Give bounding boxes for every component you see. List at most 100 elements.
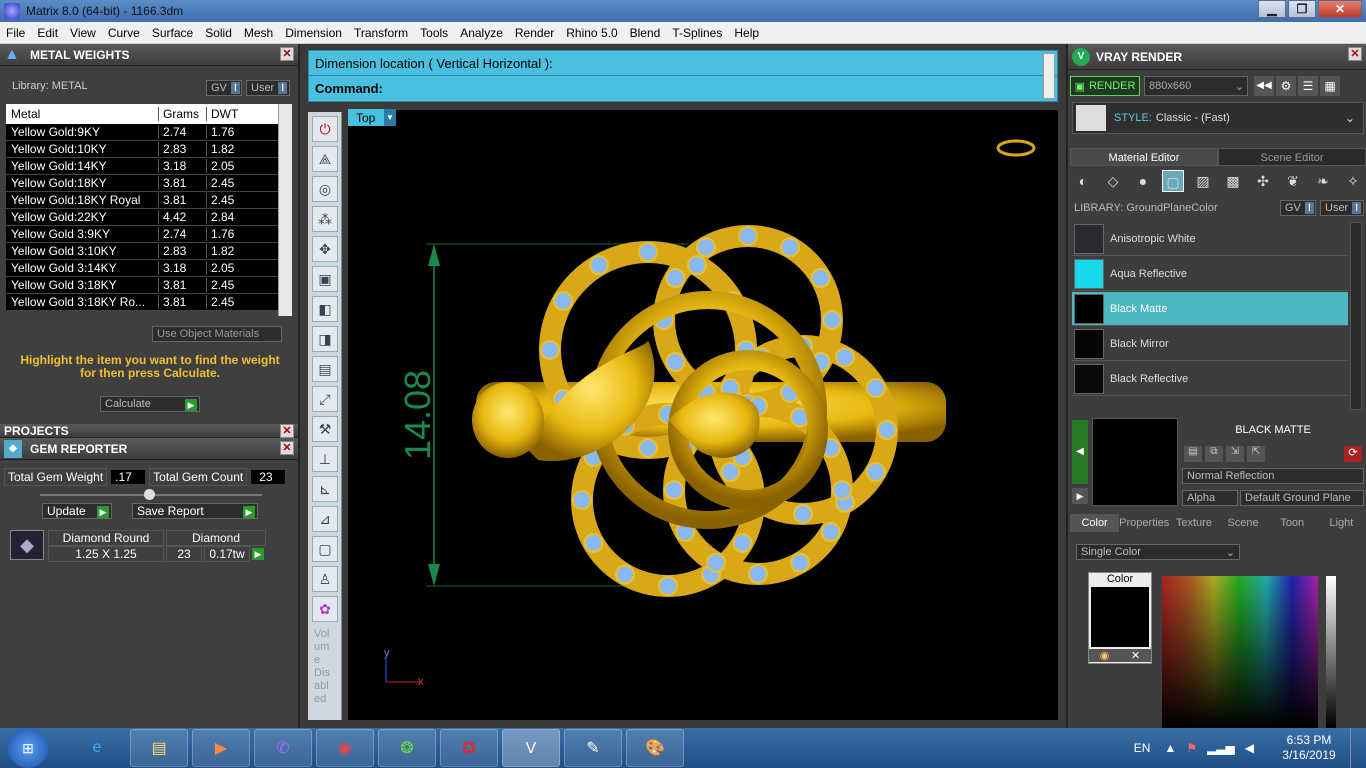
gem-icon[interactable]: ◇ (1102, 170, 1124, 192)
brightness-slider[interactable] (1326, 576, 1336, 728)
mesh-icon[interactable]: ▩ (1222, 170, 1244, 192)
menu-dimension[interactable]: Dimension (279, 26, 348, 40)
table-row[interactable]: Yellow Gold:10KY 2.83 1.82 (6, 141, 292, 158)
rewind-icon[interactable]: ◀◀ (1254, 76, 1274, 96)
close-icon[interactable]: ✕ (280, 47, 294, 61)
color-swatch[interactable] (1091, 587, 1149, 647)
menu-tsplines[interactable]: T-Splines (666, 26, 728, 40)
copy-icon[interactable]: ⧉ (1205, 446, 1223, 462)
menu-file[interactable]: File (0, 26, 31, 40)
network-icon[interactable]: ▂▃▅ (1207, 741, 1235, 755)
play-icon[interactable]: ▶ (252, 548, 264, 560)
show-hidden-icon[interactable]: ▲ (1164, 741, 1176, 755)
table-row[interactable]: Yellow Gold 3:14KY 3.18 2.05 (6, 260, 292, 277)
menu-blend[interactable]: Blend (624, 26, 667, 40)
sphere-icon[interactable]: ● (1132, 170, 1154, 192)
table-row[interactable]: Yellow Gold 3:18KY Ro... 3.81 2.45 (6, 294, 292, 311)
material-item[interactable]: Black Mirror (1072, 327, 1348, 361)
close-button[interactable]: ✕ (1318, 0, 1362, 18)
menu-mesh[interactable]: Mesh (238, 26, 279, 40)
menu-solid[interactable]: Solid (199, 26, 238, 40)
scale-icon[interactable]: ⤢ (312, 386, 338, 412)
viewport-top[interactable]: 14.08 y x (348, 110, 1058, 720)
collapse-arrow-icon[interactable]: ▶ (1072, 488, 1088, 504)
media-player-icon[interactable]: ▶ (192, 729, 250, 767)
table-row[interactable]: Yellow Gold:18KY Royal 3.81 2.45 (6, 192, 292, 209)
app-green-icon[interactable]: ❂ (378, 729, 436, 767)
settings-icon[interactable]: ⚙ (1276, 76, 1296, 96)
box-icon[interactable]: ▣ (312, 266, 338, 292)
save-icon[interactable]: ▤ (1184, 446, 1202, 462)
command-prompt[interactable]: Command: (309, 76, 1057, 101)
color-picker-icon[interactable]: ◉ (1100, 649, 1110, 662)
menu-help[interactable]: Help (728, 26, 765, 40)
ie-icon[interactable]: e (68, 729, 126, 767)
points-icon[interactable]: ⁂ (312, 206, 338, 232)
close-icon[interactable]: ✕ (1348, 47, 1362, 61)
dim-r-icon[interactable]: ⊾ (312, 476, 338, 502)
tab-properties[interactable]: Properties (1119, 514, 1169, 532)
view-cube-icon[interactable] (996, 139, 1036, 157)
menu-surface[interactable]: Surface (146, 26, 199, 40)
tab-texture[interactable]: Texture (1169, 514, 1218, 532)
menu-render[interactable]: Render (509, 26, 560, 40)
clear-color-icon[interactable]: ✕ (1131, 649, 1140, 662)
gem-row[interactable]: ◆ Diamond Round Diamond 1.25 X 1.25 23 0… (8, 528, 266, 562)
hatch-icon[interactable]: ▨ (1192, 170, 1214, 192)
globe-icon[interactable]: ◎ (312, 176, 338, 202)
menu-rhino[interactable]: Rhino 5.0 (560, 26, 623, 40)
garena-icon[interactable]: ✪ (440, 729, 498, 767)
user-button[interactable]: User I (246, 80, 290, 96)
explorer-icon[interactable]: ▤ (130, 729, 188, 767)
stop-icon[interactable]: ⏻ (312, 116, 338, 142)
figure-icon[interactable]: ♙ (312, 566, 338, 592)
export-icon[interactable]: ⇱ (1247, 446, 1265, 462)
material-item[interactable]: Aqua Reflective (1072, 257, 1348, 291)
table-scrollbar[interactable] (278, 104, 292, 316)
menu-view[interactable]: View (64, 26, 102, 40)
minimize-button[interactable]: ▁ (1258, 0, 1286, 18)
maximize-button[interactable]: ❐ (1288, 0, 1316, 18)
viber-icon[interactable]: ✆ (254, 729, 312, 767)
tab-color[interactable]: Color (1070, 514, 1120, 532)
close-icon[interactable]: ✕ (280, 424, 294, 438)
single-color-select[interactable]: Single Color ⌄ (1076, 544, 1240, 560)
plane-icon[interactable]: ▢ (1162, 170, 1184, 192)
import-icon[interactable]: ⇲ (1226, 446, 1244, 462)
wrench-icon[interactable]: ⚒ (312, 416, 338, 442)
ground-plane-select[interactable]: Default Ground Plane (1240, 490, 1364, 506)
header-metal[interactable]: Metal (6, 107, 158, 121)
leaf-icon[interactable]: ❦ (1282, 170, 1304, 192)
tab-scene[interactable]: Scene (1218, 514, 1267, 532)
table-row[interactable]: Yellow Gold:9KY 2.74 1.76 (6, 124, 292, 141)
dim-off-icon[interactable]: ⊥ (312, 446, 338, 472)
calculate-button[interactable]: Calculate ▶ (100, 396, 200, 412)
menu-edit[interactable]: Edit (31, 26, 64, 40)
vray-user-button[interactable]: User I (1320, 200, 1364, 216)
tab-material-editor[interactable]: Material Editor (1070, 148, 1218, 166)
material-item[interactable]: Anisotropic White (1072, 222, 1348, 256)
chrome-icon[interactable]: ◉ (316, 729, 374, 767)
close-icon[interactable]: ✕ (280, 441, 294, 455)
layer-icon[interactable]: ▢ (312, 536, 338, 562)
menu-transform[interactable]: Transform (348, 26, 414, 40)
menu-tools[interactable]: Tools (414, 26, 454, 40)
move-icon[interactable]: ✥ (312, 236, 338, 262)
material-item[interactable]: Black Reflective (1072, 362, 1348, 396)
menu-curve[interactable]: Curve (102, 26, 146, 40)
cube-iso-icon[interactable]: ▤ (312, 356, 338, 382)
refresh-icon[interactable]: ⟳ (1344, 446, 1362, 462)
table-row[interactable]: Yellow Gold 3:10KY 2.83 1.82 (6, 243, 292, 260)
matrix-icon[interactable]: V (502, 729, 560, 767)
style-select[interactable]: STYLE: Classic - (Fast) ⌄ (1072, 102, 1364, 134)
leaf-alt-icon[interactable]: ❧ (1312, 170, 1334, 192)
ruler-icon[interactable]: ⊿ (312, 506, 338, 532)
resolution-select[interactable]: 880x660 ⌄ (1144, 76, 1248, 96)
table-row[interactable]: Yellow Gold:18KY 3.81 2.45 (6, 175, 292, 192)
gem-slider[interactable] (40, 489, 262, 500)
axes-icon[interactable]: ⟁ (312, 146, 338, 172)
notepad-icon[interactable]: ✎ (564, 729, 622, 767)
volume-icon[interactable]: ◀ (1245, 741, 1254, 755)
cube-front-icon[interactable]: ◧ (312, 296, 338, 322)
table-row[interactable]: Yellow Gold:14KY 3.18 2.05 (6, 158, 292, 175)
